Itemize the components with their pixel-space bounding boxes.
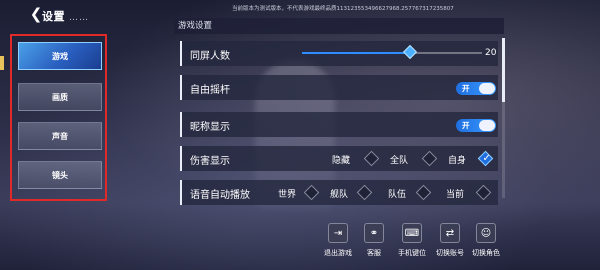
page-title: 设置 <box>42 10 65 23</box>
exit-icon: ⇥ <box>328 223 348 243</box>
section-title: 游戏设置 <box>174 18 504 34</box>
title-decoration: …… <box>69 13 89 23</box>
setting-row-nickname-display: 昵称显示 开 <box>180 112 498 137</box>
exit-game-button[interactable]: ⇥ 退出游戏 <box>318 223 358 263</box>
voice-option-current-radio[interactable] <box>475 184 492 201</box>
settings-scrollbar[interactable] <box>502 38 505 198</box>
phone-keybind-button[interactable]: ⌨ 手机键位 <box>392 223 432 263</box>
damage-display-label: 伤害显示 <box>190 156 230 167</box>
switch-character-button[interactable]: ☺ 切换角色 <box>466 223 506 263</box>
customer-service-label: 客服 <box>367 249 381 257</box>
scrollbar-thumb[interactable] <box>502 38 505 102</box>
free-joystick-label: 自由摇杆 <box>190 85 230 96</box>
switch-account-label: 切换账号 <box>436 249 464 257</box>
nickname-display-toggle[interactable]: 开 <box>456 119 496 132</box>
damage-option-hide-label: 隐藏 <box>332 156 351 166</box>
voice-option-world-radio[interactable] <box>303 184 320 201</box>
voice-option-team-radio[interactable] <box>415 184 432 201</box>
side-marker <box>0 56 4 70</box>
keyboard-icon: ⌨ <box>402 223 422 243</box>
character-switch-icon: ☺ <box>476 223 496 243</box>
setting-row-damage-display: 伤害显示 隐藏 全队 自身 ✓ <box>180 146 498 171</box>
free-joystick-toggle-text: 开 <box>462 84 470 93</box>
slider-knob[interactable] <box>402 44 418 60</box>
toggle-knob <box>479 83 495 94</box>
phone-keybind-label: 手机键位 <box>398 249 426 257</box>
customer-service-button[interactable]: ⚭ 客服 <box>354 223 394 263</box>
tab-sound[interactable]: 声音 <box>18 122 102 150</box>
tab-camera[interactable]: 镜头 <box>18 161 102 189</box>
damage-option-team-radio[interactable] <box>421 150 438 167</box>
tab-graphics-label: 画质 <box>52 91 68 102</box>
voice-option-current-label: 当前 <box>446 190 465 200</box>
setting-row-free-joystick: 自由摇杆 开 <box>180 75 498 100</box>
free-joystick-toggle[interactable]: 开 <box>456 82 496 95</box>
voice-option-world-label: 世界 <box>278 190 297 200</box>
screen-players-label: 同屏人数 <box>190 51 230 62</box>
voice-option-fleet-radio[interactable] <box>356 184 373 201</box>
exit-game-label: 退出游戏 <box>324 249 352 257</box>
setting-row-voice-autoplay: 语音自动播放 世界 舰队 队伍 当前 <box>180 180 498 205</box>
screen-players-value: 20 <box>485 48 497 58</box>
voice-option-team-label: 队伍 <box>388 190 407 200</box>
account-switch-icon: ⇄ <box>440 223 460 243</box>
switch-character-label: 切换角色 <box>472 249 500 257</box>
voice-autoplay-label: 语音自动播放 <box>190 190 250 201</box>
tab-game[interactable]: 游戏 <box>18 42 102 70</box>
nickname-display-label: 昵称显示 <box>190 122 230 133</box>
settings-sidebar: 游戏 画质 声音 镜头 <box>10 34 107 201</box>
damage-option-team-label: 全队 <box>390 156 409 166</box>
tab-game-label: 游戏 <box>52 50 68 61</box>
tab-sound-label: 声音 <box>52 130 68 141</box>
checkmark-icon: ✓ <box>482 152 491 164</box>
title-wrap: 设置 …… <box>42 8 89 24</box>
damage-option-hide-radio[interactable] <box>363 150 380 167</box>
setting-row-screen-players: 同屏人数 20 <box>180 41 498 66</box>
damage-option-self-label: 自身 <box>448 156 467 166</box>
toggle-knob <box>479 120 495 131</box>
tab-graphics[interactable]: 画质 <box>18 83 102 111</box>
damage-option-self-radio[interactable]: ✓ <box>477 150 494 167</box>
headset-icon: ⚭ <box>364 223 384 243</box>
nickname-display-toggle-text: 开 <box>462 121 470 130</box>
version-notice: 当前版本为测试版本，不代表游戏最终品质1131235534966279​68.2… <box>232 6 454 12</box>
screen-players-slider[interactable] <box>302 44 482 60</box>
slider-fill <box>302 52 410 54</box>
switch-account-button[interactable]: ⇄ 切换账号 <box>430 223 470 263</box>
tab-camera-label: 镜头 <box>52 169 68 180</box>
voice-option-fleet-label: 舰队 <box>330 190 349 200</box>
